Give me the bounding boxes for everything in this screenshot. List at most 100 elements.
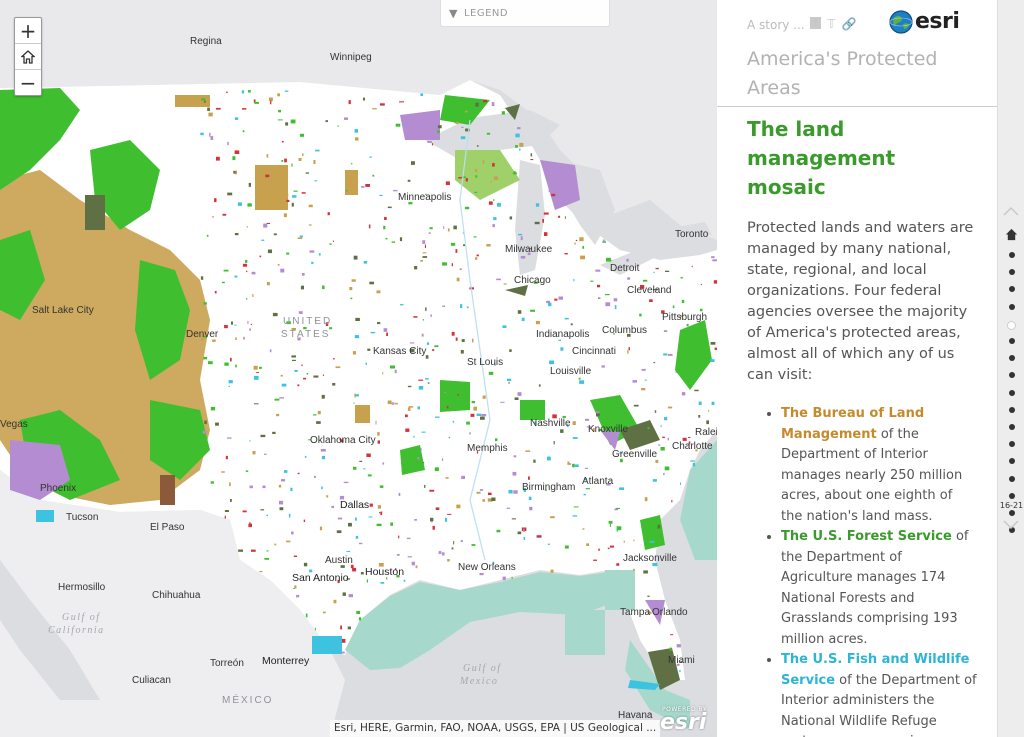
protected-area-speck [463, 244, 466, 247]
nav-dot[interactable] [1009, 389, 1015, 396]
protected-area-speck [530, 309, 535, 312]
protected-area-speck [551, 193, 556, 197]
protected-area-speck [291, 531, 294, 535]
protected-area-speck [343, 481, 349, 484]
protected-area-speck [451, 547, 454, 550]
protected-area-speck [628, 347, 630, 351]
protected-area-speck [313, 375, 319, 378]
protected-area-speck [455, 249, 458, 253]
protected-area-speck [519, 142, 524, 147]
protected-area-speck [584, 467, 589, 469]
protected-area-speck [302, 273, 305, 276]
city-label: Detroit [610, 263, 640, 274]
powered-by-esri[interactable]: POWERED BY esri [660, 706, 707, 734]
protected-area-speck [254, 375, 259, 380]
protected-area-speck [424, 244, 426, 249]
protected-area-speck [390, 522, 393, 526]
home-extent-button[interactable] [15, 44, 41, 70]
protected-area-speck [438, 551, 442, 554]
protected-area-speck [663, 330, 668, 332]
protected-area-speck [406, 537, 411, 540]
protected-area-speck [308, 224, 312, 226]
protected-area-speck [234, 324, 237, 326]
protected-area-speck [278, 484, 282, 488]
protected-area-speck [572, 421, 576, 425]
protected-area-speck [369, 156, 372, 158]
protected-area-speck [469, 432, 471, 435]
protected-area-speck [708, 410, 710, 412]
protected-area-speck [367, 474, 372, 477]
marine-block [565, 610, 605, 655]
protected-area-speck [447, 228, 450, 232]
nav-dot[interactable] [1009, 492, 1015, 499]
nav-dot[interactable] [1009, 441, 1015, 448]
nav-dot[interactable] [1009, 338, 1015, 344]
protected-area-speck [210, 136, 214, 140]
protected-area-speck [460, 136, 466, 140]
nav-dot[interactable] [1009, 372, 1015, 379]
link-icon[interactable]: 🔗 [842, 17, 857, 31]
nav-dot[interactable] [1009, 252, 1015, 258]
protected-area-speck [365, 362, 367, 365]
protected-area-speck [200, 276, 204, 280]
protected-area-speck [399, 237, 403, 242]
protected-area-speck [542, 219, 544, 223]
home-icon[interactable] [1005, 228, 1018, 241]
protected-area-speck [334, 644, 337, 646]
protected-area-speck [293, 555, 297, 557]
protected-area-speck [293, 190, 298, 192]
protected-area-speck [303, 377, 306, 380]
protected-area-speck [297, 384, 300, 387]
esri-logo[interactable]: esri [889, 9, 960, 34]
protected-area-speck [553, 441, 555, 445]
protected-area-speck [583, 493, 586, 496]
nav-dot[interactable] [1009, 458, 1015, 465]
nav-dot[interactable] [1007, 320, 1016, 330]
map-attribution[interactable]: Esri, HERE, Garmin, FAO, NOAA, USGS, EPA… [330, 720, 660, 737]
twitter-icon[interactable]: 𝕋 [827, 17, 836, 31]
protected-area-speck [547, 543, 550, 545]
nav-dot[interactable] [1009, 475, 1015, 482]
chevron-down-icon[interactable] [1003, 520, 1019, 530]
facebook-icon[interactable]: f [810, 17, 821, 29]
zoom-out-button[interactable]: − [15, 70, 41, 95]
nav-dot[interactable] [1009, 406, 1015, 413]
legend-toggle[interactable]: ▼ LEGEND [440, 0, 610, 27]
protected-area-speck [234, 150, 240, 154]
protected-area-speck [488, 201, 493, 205]
protected-area-speck [266, 514, 268, 517]
nav-dot[interactable] [1009, 510, 1015, 516]
nav-dot[interactable] [1009, 269, 1015, 276]
protected-area-speck [369, 503, 373, 507]
story-panel[interactable]: A story ... f 𝕋 🔗 esri America's Protect… [717, 0, 997, 737]
nav-dot[interactable] [1009, 286, 1015, 293]
protected-area-speck [456, 504, 461, 509]
protected-area-speck [411, 561, 415, 566]
protected-area-speck [669, 647, 672, 651]
protected-area-speck [590, 280, 594, 282]
protected-area-speck [452, 420, 455, 423]
city-label: Indianapolis [536, 329, 589, 340]
country-label: STATES [281, 329, 330, 340]
story-link[interactable]: A story ... [747, 18, 805, 32]
nav-dot[interactable] [1009, 355, 1015, 362]
protected-area-speck [394, 369, 397, 374]
chevron-up-icon[interactable] [1003, 206, 1019, 216]
map-canvas[interactable]: UNITED STATES MÉXICO Gulf of California … [0, 0, 717, 737]
protected-area-speck [332, 383, 336, 386]
map-view[interactable]: UNITED STATES MÉXICO Gulf of California … [0, 0, 717, 737]
city-label: Regina [190, 36, 222, 47]
nav-dot[interactable] [1009, 303, 1015, 310]
protected-area-speck [456, 277, 460, 282]
protected-area-speck [379, 512, 381, 514]
protected-area-speck [530, 153, 533, 157]
nav-dot[interactable] [1009, 424, 1015, 430]
protected-area-speck [326, 495, 329, 498]
agency-link-forest-service[interactable]: The U.S. Forest Service [781, 529, 952, 544]
zoom-in-button[interactable]: + [15, 18, 41, 44]
protected-area-speck [517, 310, 522, 314]
protected-area-speck [641, 368, 646, 371]
protected-area-speck [398, 535, 400, 539]
protected-area-speck [385, 237, 388, 240]
protected-area-speck [437, 125, 442, 129]
